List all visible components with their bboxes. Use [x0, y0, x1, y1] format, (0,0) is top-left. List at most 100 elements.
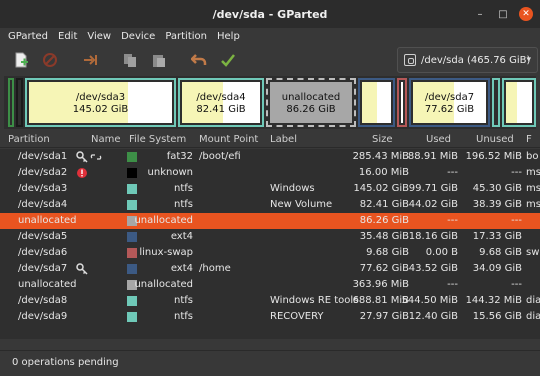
cell-filesystem: ntfs	[174, 311, 193, 322]
column-partition[interactable]: Partition	[8, 134, 50, 145]
close-button[interactable]: ✕	[519, 7, 533, 21]
filesystem-color-swatch	[127, 232, 137, 242]
filesystem-color-swatch	[127, 168, 137, 178]
cell-partition: /dev/sda1	[18, 151, 68, 162]
partition-table-header: Partition Name File System Mount Point L…	[0, 132, 540, 148]
paste-button[interactable]	[150, 51, 168, 69]
minimize-icon: –	[477, 8, 483, 20]
cell-size: 86.26 GiB	[359, 215, 409, 226]
undo-button[interactable]	[190, 51, 208, 69]
table-row[interactable]: /dev/sda1 fat32/boot/efi 285.43 MiB 88.91 M…	[0, 149, 540, 165]
disk-map-sda3[interactable]: /dev/sda3 145.02 GiB	[25, 78, 176, 127]
table-row[interactable]: unallocated unallocated 86.26 GiB --- ---	[0, 213, 540, 229]
menu-edit[interactable]: Edit	[53, 31, 82, 42]
copy-button[interactable]	[121, 51, 139, 69]
filesystem-color-swatch	[127, 152, 137, 162]
menu-device[interactable]: Device	[116, 31, 160, 42]
menu-help[interactable]: Help	[212, 31, 245, 42]
cell-mountpoint: /boot/efi	[199, 151, 241, 162]
menu-gparted[interactable]: GParted	[3, 31, 53, 42]
table-row[interactable]: /dev/sda7 ext4/home 77.62 GiB 43.52 GiB 34.0…	[0, 261, 540, 277]
filesystem-color-swatch	[127, 312, 137, 322]
cell-unused: ---	[511, 279, 522, 290]
resize-move-button[interactable]	[81, 51, 99, 69]
maximize-button[interactable]: □	[496, 7, 510, 21]
filesystem-color-swatch	[127, 200, 137, 210]
column-label[interactable]: Label	[270, 134, 297, 145]
disk-map-sda9[interactable]	[502, 78, 536, 127]
table-row[interactable]: /dev/sda6 linux-swap 9.68 GiB 0.00 B 9.68 Gi…	[0, 245, 540, 261]
cell-label: New Volume	[270, 199, 333, 210]
apply-button[interactable]	[219, 51, 237, 69]
cell-partition: /dev/sda8	[18, 295, 68, 306]
cell-flags: bo	[526, 151, 539, 162]
filesystem-color-swatch	[127, 184, 137, 194]
device-selector-label: /dev/sda (465.76 GiB)	[421, 54, 531, 66]
table-row[interactable]: /dev/sda9 ntfs RECOVERY 27.97 GiB 12.40 GiB 1…	[0, 309, 540, 325]
column-flags[interactable]: F	[526, 134, 532, 145]
cell-size: 145.02 GiB	[353, 183, 409, 194]
cell-partition: unallocated	[18, 215, 77, 226]
column-size[interactable]: Size	[372, 134, 393, 145]
cell-unused: ---	[511, 215, 522, 226]
checkmark-icon	[221, 54, 235, 67]
table-row[interactable]: /dev/sda3 ntfs Windows 145.02 GiB 99.71 GiB 4…	[0, 181, 540, 197]
cell-filesystem: unallocated	[134, 215, 193, 226]
cell-unused: 45.30 GiB	[472, 183, 522, 194]
delete-partition-button[interactable]	[41, 51, 59, 69]
cell-unused: 196.52 MiB	[465, 151, 522, 162]
disk-map-sda6[interactable]	[397, 78, 407, 127]
disk-map-sda7[interactable]: /dev/sda7 77.62 GiB	[409, 78, 490, 127]
cell-filesystem: ntfs	[174, 183, 193, 194]
table-row[interactable]: /dev/sda8 ntfs Windows RE tools 688.81 MiB 5…	[0, 293, 540, 309]
cell-unused: 15.56 GiB	[472, 311, 522, 322]
table-row[interactable]: /dev/sda5 ext4 35.48 GiB 18.16 GiB 17.33 GiB	[0, 229, 540, 245]
column-unused[interactable]: Unused	[476, 134, 514, 145]
menu-partition[interactable]: Partition	[160, 31, 212, 42]
disk-map-unallocated[interactable]: unallocated 86.26 GiB	[266, 78, 356, 127]
disk-map-sda8[interactable]	[492, 78, 500, 127]
cell-filesystem: ext4	[170, 231, 193, 242]
cell-partition: /dev/sda9	[18, 311, 68, 322]
cell-filesystem: ext4	[170, 263, 193, 274]
cell-size: 285.43 MiB	[352, 151, 409, 162]
cell-unused: ---	[511, 167, 522, 178]
paste-icon	[153, 55, 165, 67]
cell-partition: /dev/sda6	[18, 247, 68, 258]
menu-view[interactable]: View	[82, 31, 116, 42]
disk-map-sda2[interactable]	[16, 78, 23, 127]
column-filesystem[interactable]: File System	[129, 134, 186, 145]
cell-partition: /dev/sda3	[18, 183, 68, 194]
cell-filesystem: fat32	[166, 151, 193, 162]
partition-table: /dev/sda1 fat32/boot/efi 285.43 MiB 88.91 M…	[0, 149, 540, 339]
minimize-button[interactable]: –	[473, 7, 487, 21]
table-row[interactable]: /dev/sda4 ntfs New Volume 82.41 GiB 44.02 Gi…	[0, 197, 540, 213]
status-text: 0 operations pending	[12, 357, 119, 368]
table-row[interactable]: unallocated unallocated 363.96 MiB --- ---	[0, 277, 540, 293]
new-partition-button[interactable]	[12, 51, 30, 69]
cell-filesystem: ntfs	[174, 295, 193, 306]
disk-map-sda5[interactable]	[358, 78, 395, 127]
cell-partition: /dev/sda7	[18, 263, 68, 274]
cell-unused: 9.68 GiB	[479, 247, 522, 258]
cell-partition: /dev/sda5	[18, 231, 68, 242]
column-used[interactable]: Used	[426, 134, 451, 145]
disk-map-sda1[interactable]	[8, 78, 14, 127]
cell-flags: ms	[526, 167, 540, 178]
cell-used: 544.50 MiB	[401, 295, 458, 306]
disk-map-sda3-name: /dev/sda3	[75, 92, 126, 103]
column-mountpoint[interactable]: Mount Point	[199, 134, 258, 145]
column-name[interactable]: Name	[91, 134, 121, 145]
disk-map-unallocated-name: unallocated	[281, 92, 341, 103]
device-selector[interactable]: /dev/sda (465.76 GiB) ▾	[397, 47, 538, 73]
status-bar: 0 operations pending	[0, 350, 540, 376]
cell-used: ---	[447, 279, 458, 290]
disk-map-unallocated-size: 86.26 GiB	[286, 104, 336, 115]
disk-map-sda4[interactable]: /dev/sda4 82.41 GiB	[178, 78, 264, 127]
disk-map-sda7-size: 77.62 GiB	[424, 104, 475, 115]
table-row[interactable]: /dev/sda2 unknown 16.00 MiB --- --- ms	[0, 165, 540, 181]
filesystem-color-swatch	[127, 296, 137, 306]
close-icon: ✕	[522, 9, 530, 19]
resize-icon	[84, 55, 97, 65]
warning-icon	[76, 167, 88, 179]
